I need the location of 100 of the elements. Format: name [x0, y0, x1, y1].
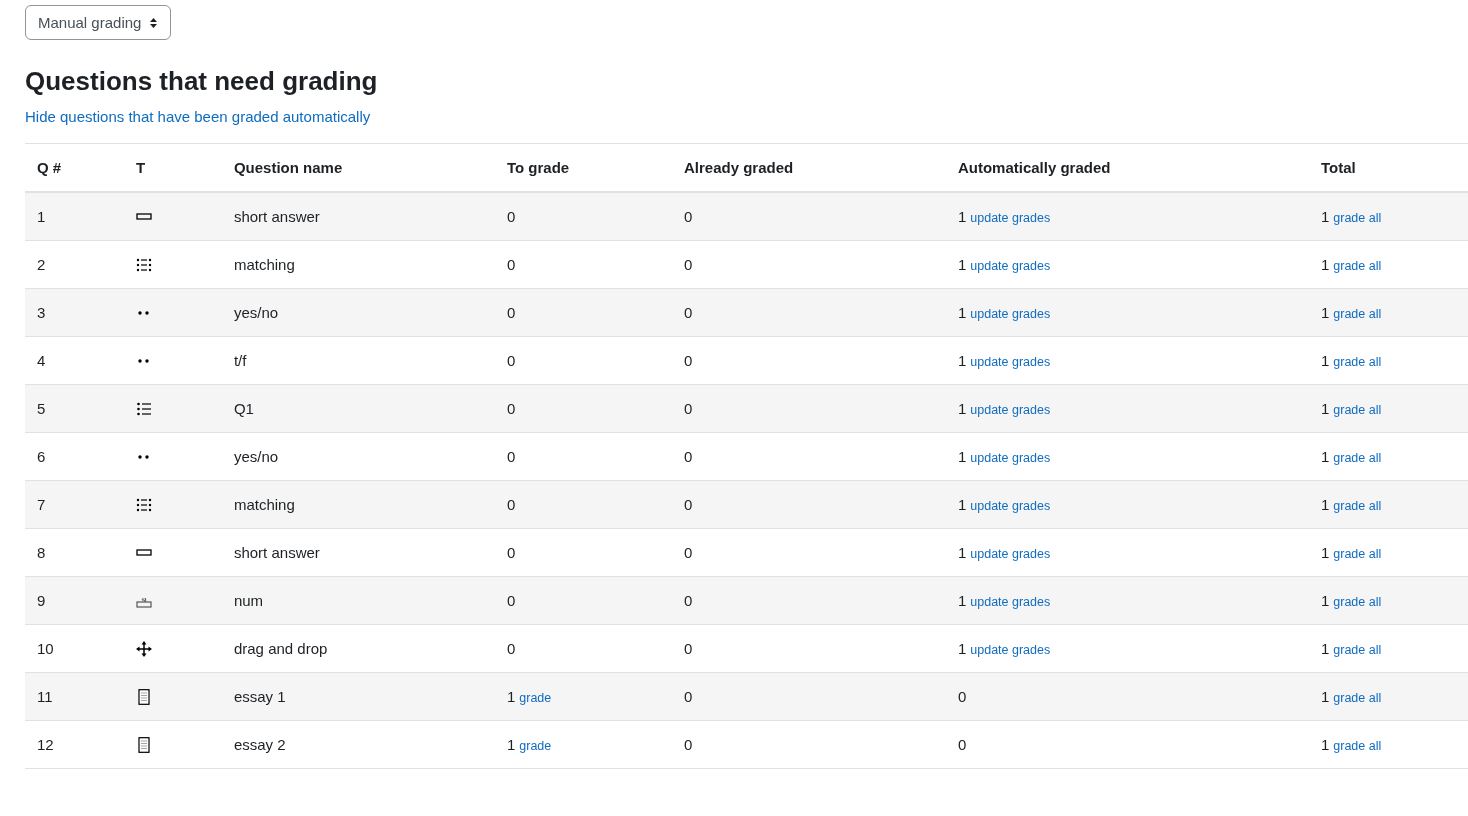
count-value: 1	[957, 496, 967, 513]
count-value: 0	[506, 640, 516, 657]
count-value: 1	[957, 256, 967, 273]
grade-link[interactable]: grade all	[1333, 451, 1382, 465]
count-value: 0	[506, 496, 516, 513]
grade-link[interactable]: grade all	[1333, 211, 1382, 225]
count-value: 0	[506, 352, 516, 369]
count-value: 1	[1320, 304, 1330, 321]
count-value: 1	[957, 400, 967, 417]
count-value: 1	[957, 208, 967, 225]
count-value: 0	[957, 688, 967, 705]
question-number: 5	[25, 384, 124, 433]
count-value: 1	[1320, 352, 1330, 369]
question-number: 4	[25, 336, 124, 385]
question-number: 10	[25, 624, 124, 673]
question-name: Q1	[221, 384, 495, 433]
already-graded-count: 0	[671, 624, 946, 673]
grade-link[interactable]: grade all	[1333, 355, 1382, 369]
grade-link[interactable]: grade all	[1333, 643, 1382, 657]
already-graded-count: 0	[671, 528, 946, 577]
count-value: 1	[1320, 448, 1330, 465]
grade-link[interactable]: grade all	[1333, 499, 1382, 513]
already-graded-count: 0	[671, 576, 946, 625]
count-value: 1	[957, 352, 967, 369]
already-graded-count: 0	[671, 672, 946, 721]
mode-dropdown[interactable]: Manual grading	[25, 5, 172, 40]
already-graded-count: 0	[671, 288, 946, 337]
question-number: 6	[25, 432, 124, 481]
hide-auto-graded-link[interactable]: Hide questions that have been graded automatically	[25, 108, 371, 125]
count-value: 1	[506, 736, 516, 753]
count-value: 0	[506, 592, 516, 609]
count-value: 1	[1320, 208, 1330, 225]
grade-link[interactable]: update grades	[970, 595, 1051, 609]
question-name: t/f	[221, 336, 495, 385]
document-icon	[135, 736, 152, 753]
count-value: 1	[1320, 736, 1330, 753]
two-dots-icon	[137, 358, 149, 363]
question-number: 11	[25, 672, 124, 721]
question-name: drag and drop	[221, 624, 495, 673]
count-value: 0	[506, 304, 516, 321]
count-value: 0	[506, 400, 516, 417]
sort-caret-icon	[149, 16, 159, 29]
count-value: 0	[506, 208, 516, 225]
grade-link[interactable]: grade all	[1333, 307, 1382, 321]
count-value: 1	[957, 544, 967, 561]
count-value: 1	[506, 688, 516, 705]
count-value: 0	[506, 256, 516, 273]
question-number: 12	[25, 720, 124, 769]
dotted-list-icon	[135, 256, 152, 273]
count-value: 1	[1320, 592, 1330, 609]
grade-link[interactable]: update grades	[970, 259, 1051, 273]
count-value: 1	[1320, 400, 1330, 417]
already-graded-count: 0	[671, 480, 946, 529]
question-number: 3	[25, 288, 124, 337]
question-number: 8	[25, 528, 124, 577]
question-number: 7	[25, 480, 124, 529]
grade-link[interactable]: update grades	[970, 211, 1051, 225]
grade-link[interactable]: grade all	[1333, 739, 1382, 753]
count-value: 1	[957, 448, 967, 465]
grade-link[interactable]: update grades	[970, 403, 1051, 417]
dotted-list-icon	[135, 496, 152, 513]
count-value: 1	[1320, 544, 1330, 561]
count-value: 0	[506, 448, 516, 465]
question-name: matching	[221, 480, 495, 529]
already-graded-count: 0	[671, 384, 946, 433]
document-icon	[135, 688, 152, 705]
grade-link[interactable]: grade	[519, 691, 552, 705]
grade-link[interactable]: update grades	[970, 355, 1051, 369]
already-graded-count: 0	[671, 432, 946, 481]
two-dots-icon	[137, 454, 149, 459]
count-value: 1	[957, 304, 967, 321]
question-number: 2	[25, 240, 124, 289]
grade-link[interactable]: update grades	[970, 643, 1051, 657]
count-value: 0	[957, 736, 967, 753]
grade-link[interactable]: grade	[519, 739, 552, 753]
question-name: matching	[221, 240, 495, 289]
grade-link[interactable]: update grades	[970, 499, 1051, 513]
count-value: 1	[1320, 640, 1330, 657]
question-name: short answer	[221, 192, 495, 241]
count-value: 1	[957, 640, 967, 657]
grade-link[interactable]: update grades	[970, 451, 1051, 465]
question-number: 9	[25, 576, 124, 625]
grade-link[interactable]: grade all	[1333, 547, 1382, 561]
count-value: 0	[506, 544, 516, 561]
page-heading: Questions that need grading	[25, 66, 379, 97]
count-value: 1	[957, 592, 967, 609]
grade-link[interactable]: grade all	[1333, 259, 1382, 273]
question-number: 1	[25, 192, 124, 241]
grade-link[interactable]: grade all	[1333, 403, 1382, 417]
move-arrows-icon	[135, 640, 152, 657]
grade-link[interactable]: grade all	[1333, 691, 1382, 705]
already-graded-count: 0	[671, 720, 946, 769]
question-name: essay 1	[221, 672, 495, 721]
question-name: essay 2	[221, 720, 495, 769]
grade-link[interactable]: update grades	[970, 547, 1051, 561]
grade-link[interactable]: update grades	[970, 307, 1051, 321]
already-graded-count: 0	[671, 192, 946, 241]
grade-link[interactable]: grade all	[1333, 595, 1382, 609]
already-graded-count: 0	[671, 336, 946, 385]
count-value: 1	[1320, 256, 1330, 273]
